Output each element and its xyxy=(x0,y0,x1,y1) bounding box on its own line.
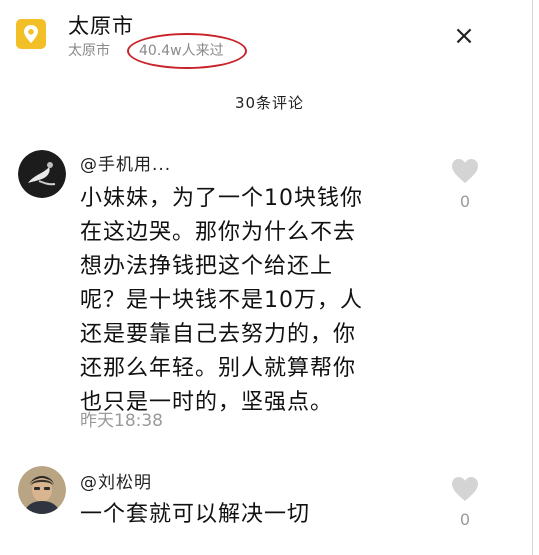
comment-line: 呢？是十块钱不是10万，人 xyxy=(80,288,363,313)
comment-line: 想办法挣钱把这个给还上 xyxy=(80,254,334,279)
heart-icon xyxy=(452,477,478,501)
like-count: 0 xyxy=(459,192,471,211)
location-title: 太原市 xyxy=(68,14,134,38)
comment-username[interactable]: @手机用... xyxy=(80,150,171,175)
comment-line: 还是要靠自己去努力的，你 xyxy=(80,322,357,347)
heart-icon xyxy=(452,159,478,183)
comment-body: 一个套就可以解决一切 xyxy=(80,498,400,532)
close-button[interactable]: × xyxy=(450,22,478,50)
comment-timestamp: 昨天18:38 xyxy=(80,411,163,431)
avatar[interactable] xyxy=(18,466,66,514)
visitor-count-highlight: 40.4w人来过 xyxy=(127,33,247,69)
like-count: 0 xyxy=(459,510,471,529)
frame-border xyxy=(532,0,533,555)
comment-line: 还那么年轻。别人就算帮你 xyxy=(80,356,357,381)
comment-username[interactable]: @刘松明 xyxy=(80,468,152,493)
comment-line: 在这边哭。那你为什么不去 xyxy=(80,220,357,245)
avatar[interactable] xyxy=(18,150,66,198)
comment-line: 一个套就可以解决一切 xyxy=(80,502,311,527)
like-button[interactable]: 0 xyxy=(450,476,480,529)
comment-body: 小妹妹，为了一个10块钱你 在这边哭。那你为什么不去 想办法挣钱把这个给还上 呢… xyxy=(80,182,400,420)
visitor-count: 40.4w人来过 xyxy=(139,43,224,59)
comments-count-title: 30条评论 xyxy=(234,94,305,112)
map-pin-icon xyxy=(16,19,46,49)
comment-line: 小妹妹，为了一个10块钱你 xyxy=(80,186,363,211)
location-subtitle: 太原市 xyxy=(68,43,110,59)
like-button[interactable]: 0 xyxy=(450,158,480,211)
